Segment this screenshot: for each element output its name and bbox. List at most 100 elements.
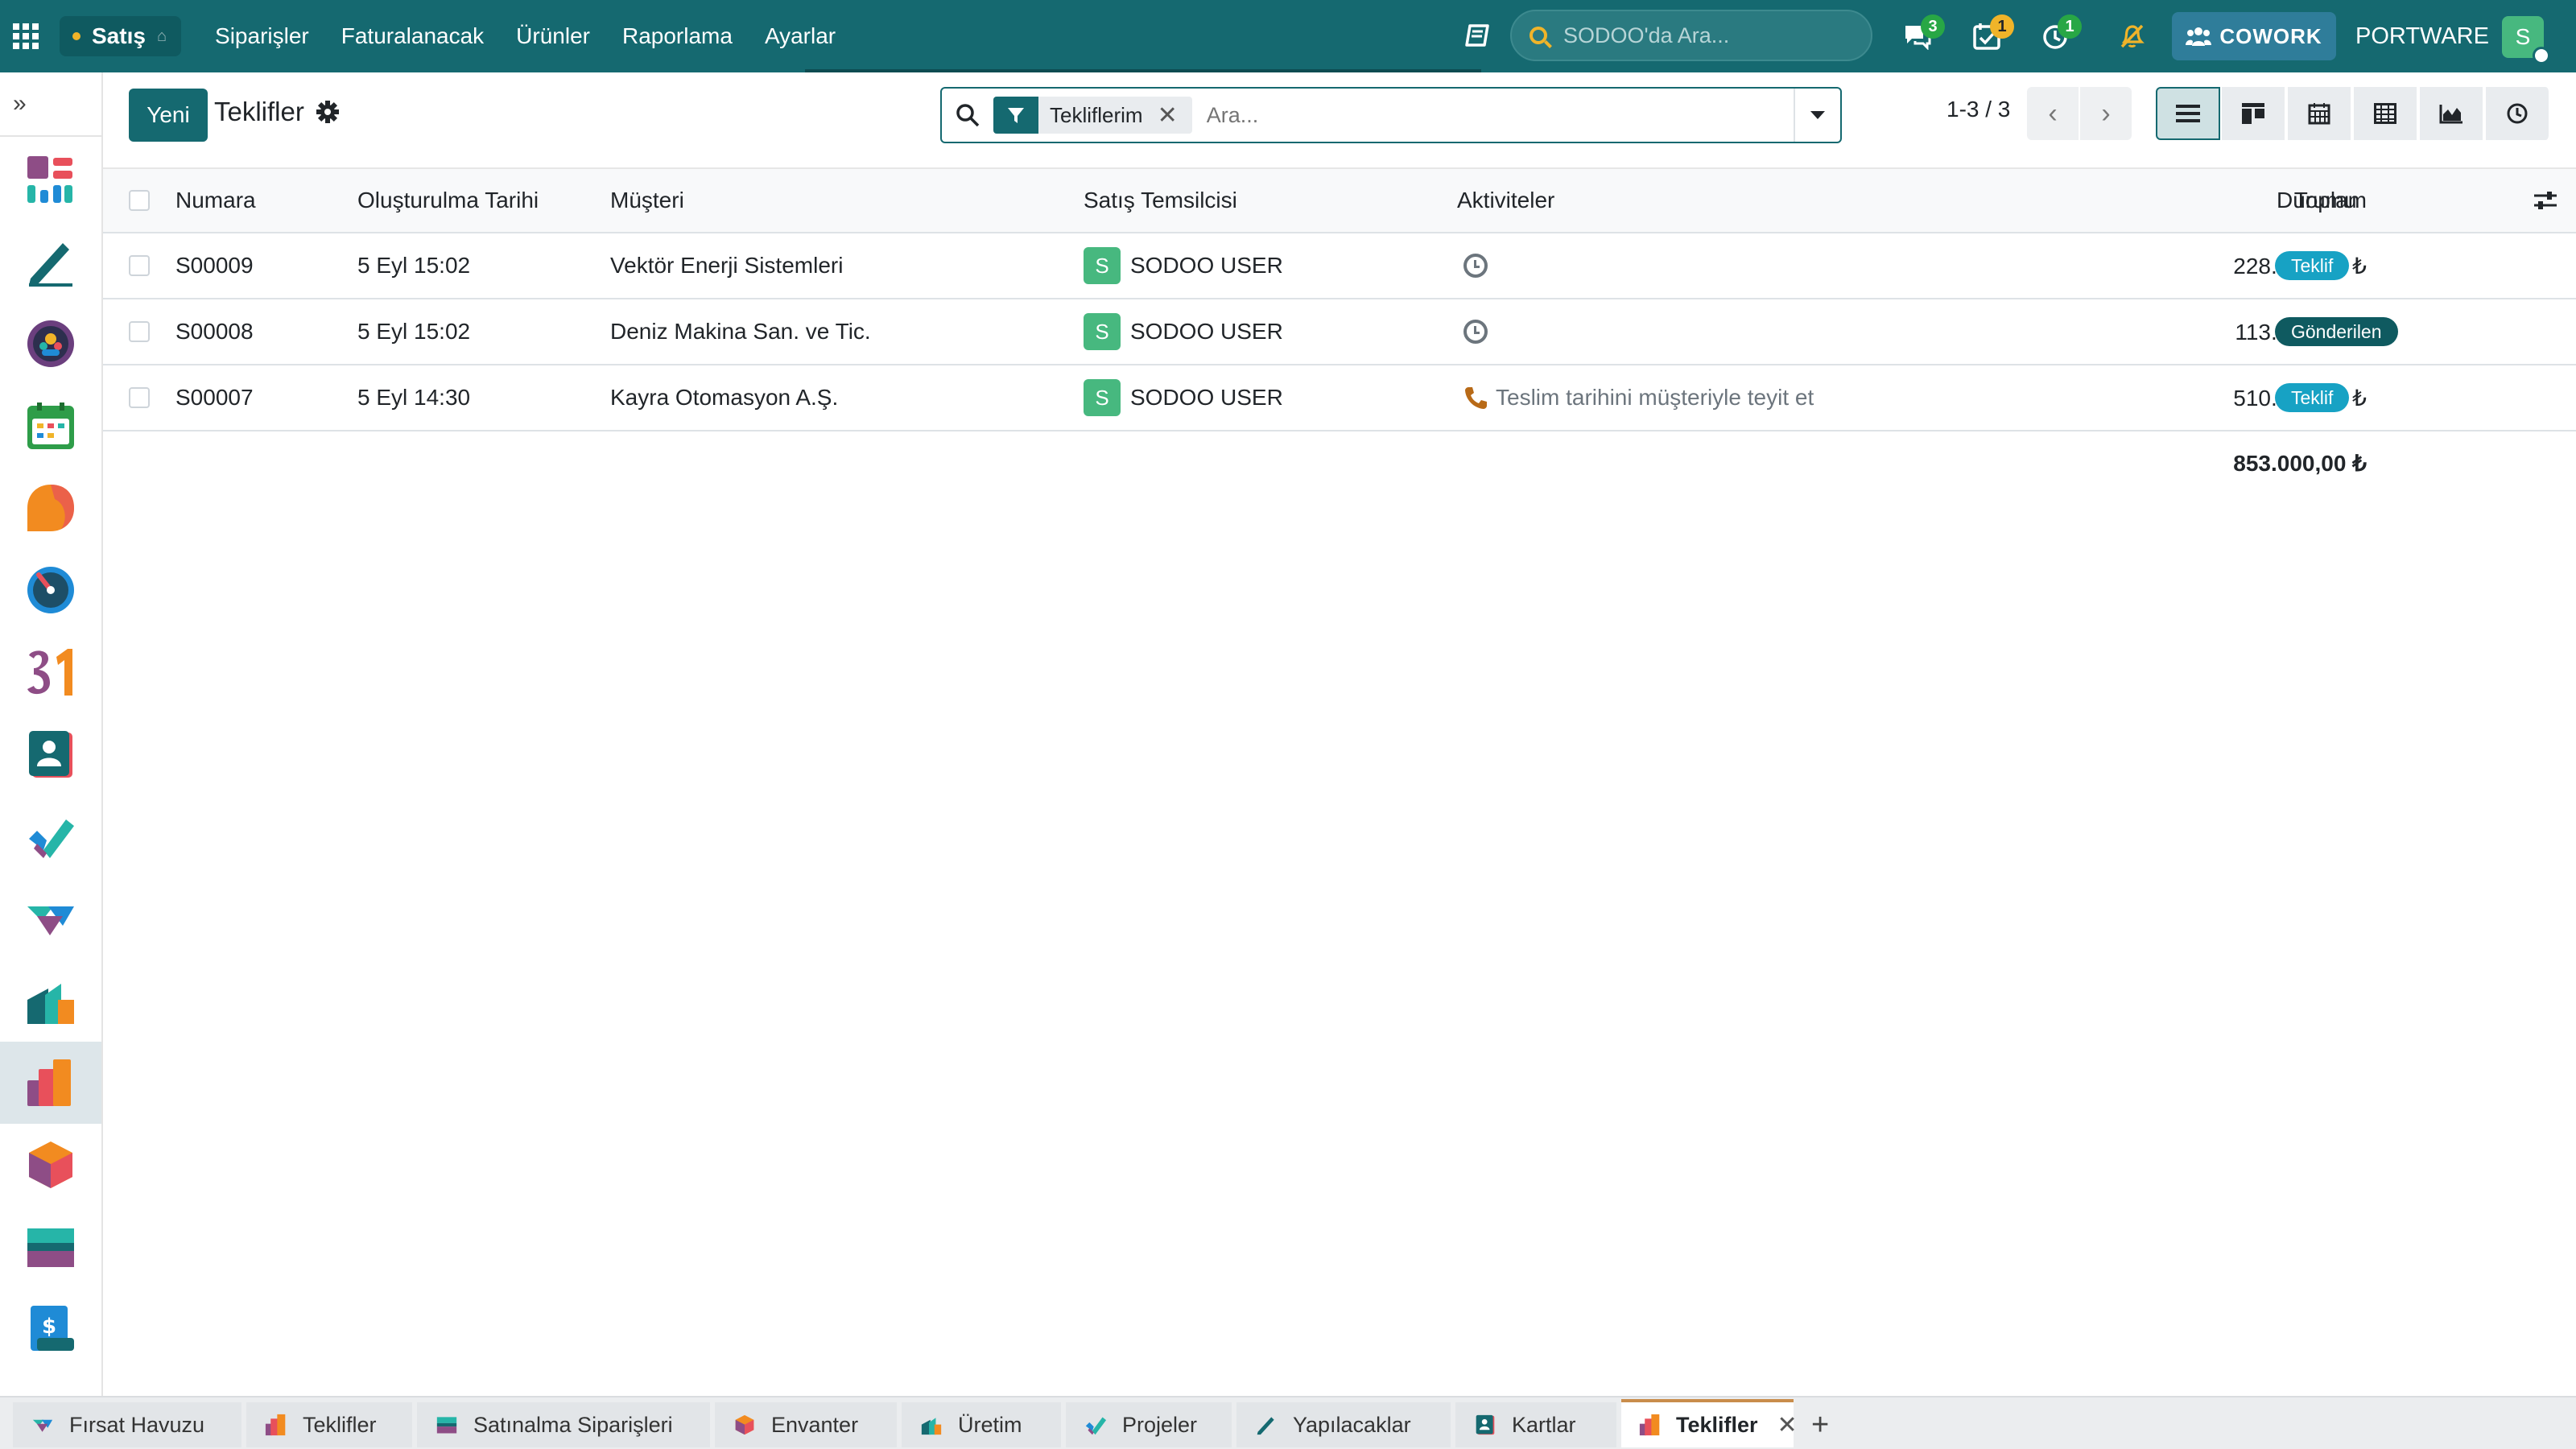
cowork-button[interactable]: COWORK: [2172, 12, 2336, 60]
sidebar-app-project[interactable]: [0, 795, 101, 877]
sidebar-app-contacts[interactable]: [0, 713, 101, 795]
row-checkbox[interactable]: [129, 387, 150, 408]
optional-columns-toggle[interactable]: [2533, 169, 2558, 232]
column-header-salesperson[interactable]: Satış Temsilcisi: [1084, 169, 1237, 232]
sidebar-app-dashboards[interactable]: [0, 549, 101, 631]
row-checkbox-cell[interactable]: [129, 365, 150, 430]
view-calendar-button[interactable]: [2288, 87, 2352, 140]
sidebar-app-calendar[interactable]: [0, 631, 101, 713]
row-checkbox[interactable]: [129, 321, 150, 342]
select-all-checkbox-cell[interactable]: [129, 169, 150, 232]
tab-teklifler[interactable]: Teklifler: [246, 1402, 412, 1447]
table-row[interactable]: S00007 5 Eyl 14:30 Kayra Otomasyon A.Ş. …: [103, 365, 2576, 431]
table-row[interactable]: S00009 5 Eyl 15:02 Vektör Enerji Sisteml…: [103, 233, 2576, 299]
app-menu-button[interactable]: [0, 0, 52, 72]
column-header-customer[interactable]: Müşteri: [610, 169, 684, 232]
manufacturing-icon: [919, 1413, 943, 1437]
row-checkbox-cell[interactable]: [129, 233, 150, 298]
facet-remove-icon[interactable]: ✕: [1158, 101, 1192, 130]
row-checkbox[interactable]: [129, 255, 150, 276]
gear-icon[interactable]: [316, 100, 340, 124]
cell-activity[interactable]: Teslim tarihini müşteriyle teyit et: [1463, 365, 1814, 430]
pager-next-button[interactable]: ›: [2080, 87, 2132, 140]
column-header-activities[interactable]: Aktiviteler: [1457, 169, 1554, 232]
contacts-icon: [1473, 1413, 1497, 1437]
calendar-31-icon: [27, 649, 72, 696]
cell-salesperson: S SODOO USER: [1084, 365, 1283, 430]
sidebar-toggle-button[interactable]: »: [0, 72, 101, 137]
column-header-number[interactable]: Numara: [175, 169, 256, 232]
activities-button[interactable]: 1: [1961, 0, 2014, 72]
row-checkbox-cell[interactable]: [129, 299, 150, 364]
sidebar-app-invoicing[interactable]: $: [0, 1288, 101, 1370]
grid-icon: [13, 23, 39, 49]
view-graph-button[interactable]: [2420, 87, 2484, 140]
sidebar-app-purchase[interactable]: [0, 1206, 101, 1288]
messages-badge: 3: [1921, 14, 1945, 39]
sidebar-app-todo[interactable]: [0, 221, 101, 303]
sidebar-app-dashboard[interactable]: [0, 138, 101, 221]
activity-clock-icon[interactable]: [1463, 254, 1488, 278]
activity-clock-icon[interactable]: [1463, 320, 1488, 344]
cell-number: S00007: [175, 385, 254, 410]
current-app-chip[interactable]: Satış ⌂: [60, 16, 182, 56]
column-header-created[interactable]: Oluşturulma Tarihi: [357, 169, 539, 232]
cowork-label: COWORK: [2219, 23, 2322, 48]
tab-satinalma-siparisleri[interactable]: Satınalma Siparişleri: [417, 1402, 710, 1447]
tab-envanter[interactable]: Envanter: [715, 1402, 897, 1447]
sidebar-app-manufacturing[interactable]: [0, 960, 101, 1042]
community-app-icon: [27, 320, 74, 367]
salesperson-avatar: S: [1084, 313, 1121, 350]
tab-teklifler-active[interactable]: Teklifler ✕: [1621, 1399, 1798, 1447]
new-button[interactable]: Yeni: [129, 89, 208, 142]
salesperson-name: SODOO USER: [1130, 319, 1283, 344]
sidebar-app-inventory[interactable]: [0, 1124, 101, 1206]
tab-uretim[interactable]: Üretim: [902, 1402, 1061, 1447]
cell-activity[interactable]: [1463, 233, 1488, 298]
sidebar-app-crm[interactable]: [0, 877, 101, 960]
pager-previous-button[interactable]: ‹: [2027, 87, 2079, 140]
view-activity-button[interactable]: [2486, 87, 2550, 140]
sidebar-app-discuss[interactable]: [0, 467, 101, 549]
messages-button[interactable]: 3: [1892, 0, 1945, 72]
search-submit-button[interactable]: [942, 89, 993, 142]
menu-item-faturalanacak[interactable]: Faturalanacak: [325, 0, 500, 72]
cell-activity[interactable]: [1463, 299, 1488, 364]
close-icon[interactable]: ✕: [1777, 1411, 1798, 1439]
app-dot-icon: [72, 32, 80, 40]
sidebar-app-community[interactable]: [0, 303, 101, 385]
tab-projeler[interactable]: Projeler: [1066, 1402, 1232, 1447]
activity-summary[interactable]: Teslim tarihini müşteriyle teyit et: [1496, 385, 1814, 411]
add-tab-button[interactable]: +: [1811, 1402, 1829, 1447]
tab-firsat-havuzu[interactable]: Fırsat Havuzu: [13, 1402, 242, 1447]
tab-yapilacaklar[interactable]: Yapılacaklar: [1236, 1402, 1451, 1447]
inventory-app-icon: [29, 1141, 72, 1188]
sidebar-app-calendar-green[interactable]: [0, 385, 101, 467]
menu-item-ayarlar[interactable]: Ayarlar: [749, 0, 852, 72]
column-header-status[interactable]: Durumu: [2277, 169, 2357, 232]
tab-kartlar[interactable]: Kartlar: [1455, 1402, 1616, 1447]
sidebar-app-sales[interactable]: [0, 1042, 101, 1124]
dashboard-app-icon: [27, 156, 72, 203]
view-pivot-button[interactable]: [2354, 87, 2418, 140]
chat-bubble-app-icon: [27, 485, 74, 531]
select-all-checkbox[interactable]: [129, 190, 150, 211]
search-input[interactable]: [1206, 102, 1794, 128]
table-row[interactable]: S00008 5 Eyl 15:02 Deniz Makina San. ve …: [103, 299, 2576, 365]
notifications-button[interactable]: [2106, 0, 2157, 72]
timer-button[interactable]: 1: [2030, 0, 2082, 72]
global-search-placeholder: SODOO'da Ara...: [1563, 23, 1730, 47]
company-switcher[interactable]: PORTWARE: [2355, 0, 2489, 72]
search-options-toggle[interactable]: [1794, 89, 1840, 142]
menu-item-raporlama[interactable]: Raporlama: [606, 0, 749, 72]
global-search-input[interactable]: SODOO'da Ara...: [1510, 10, 1872, 61]
tab-label: Fırsat Havuzu: [69, 1412, 205, 1437]
view-kanban-button[interactable]: [2222, 87, 2286, 140]
view-list-button[interactable]: [2156, 87, 2220, 140]
menu-item-urunler[interactable]: Ürünler: [500, 0, 606, 72]
user-avatar[interactable]: S: [2502, 16, 2550, 64]
sales-icon: [1639, 1413, 1662, 1437]
menu-item-siparisler[interactable]: Siparişler: [199, 0, 325, 72]
pager-value[interactable]: 1-3 / 3: [1946, 97, 2010, 122]
documentation-button[interactable]: [1457, 0, 1497, 72]
